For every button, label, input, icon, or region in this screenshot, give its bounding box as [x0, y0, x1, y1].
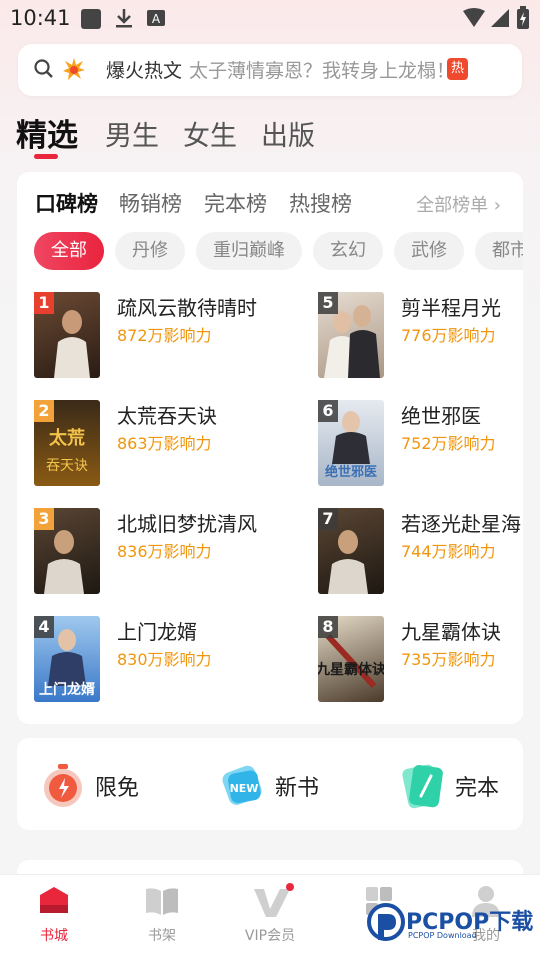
genre-chips: 全部 丹修 重归巅峰 玄幻 武修 都市 [17, 172, 523, 282]
chip-alchemy[interactable]: 丹修 [115, 232, 185, 270]
book-item[interactable]: 5 剪半程月光 776万影响力 [318, 292, 540, 382]
svg-text:吞天诀: 吞天诀 [46, 458, 88, 474]
quick-label: 完本 [455, 776, 500, 801]
book-item[interactable]: 1 疏风云散待晴时 872万影响力 [34, 292, 294, 382]
book-title: 绝世邪医 [401, 404, 481, 428]
watermark-sub: PCPOP Download [408, 931, 477, 940]
svg-text:绝世邪医: 绝世邪医 [325, 464, 377, 480]
status-bar: 10:41 A [0, 0, 540, 36]
hot-badge: 热 [447, 58, 468, 80]
nav-bookstore[interactable]: 书城 [0, 875, 108, 960]
search-icon [34, 59, 54, 83]
chip-martial[interactable]: 武修 [394, 232, 464, 270]
book-item[interactable]: 3 北城旧梦扰清风 836万影响力 [34, 508, 294, 598]
svg-text:九星霸体诀: 九星霸体诀 [318, 661, 384, 678]
finished-book-icon [399, 760, 447, 814]
book-title: 剪半程月光 [401, 296, 501, 320]
book-influence: 752万影响力 [401, 434, 496, 453]
explosion-icon [62, 57, 86, 85]
tab-indicator [34, 154, 58, 159]
bookstore-icon [36, 883, 72, 923]
tab-male[interactable]: 男生 [105, 114, 159, 153]
bookshelf-icon [144, 883, 180, 923]
chip-all[interactable]: 全部 [34, 232, 104, 270]
rank-number: 4 [34, 616, 54, 638]
chip-return-peak[interactable]: 重归巅峰 [196, 232, 302, 270]
status-time: 10:41 [10, 6, 71, 30]
nav-label: VIP会员 [244, 928, 296, 944]
tab-publishing[interactable]: 出版 [261, 114, 315, 153]
quick-label: 新书 [275, 776, 320, 801]
book-influence: 744万影响力 [401, 542, 496, 561]
nav-vip[interactable]: VIP会员 [216, 875, 324, 960]
signal-icon [490, 8, 510, 32]
tab-featured[interactable]: 精选 [16, 110, 78, 155]
app-notification-icon [80, 8, 102, 34]
text-notification-icon: A [146, 9, 166, 31]
svg-text:上门龙婿: 上门龙婿 [39, 681, 96, 698]
svg-text:NEW: NEW [230, 782, 259, 795]
quick-label: 限免 [95, 776, 140, 801]
chip-urban[interactable]: 都市 [475, 232, 523, 270]
rank-number: 8 [318, 616, 338, 638]
book-title: 疏风云散待晴时 [117, 296, 257, 320]
wifi-icon [462, 8, 486, 32]
watermark-logo-icon [366, 902, 406, 948]
stopwatch-icon [39, 760, 87, 814]
book-item[interactable]: 太荒 吞天诀 2 太荒吞天诀 863万影响力 [34, 400, 294, 490]
book-title: 北城旧梦扰清风 [117, 512, 257, 536]
nav-bookshelf[interactable]: 书架 [108, 875, 216, 960]
svg-text:A: A [152, 12, 161, 26]
nav-label: 书城 [40, 928, 68, 944]
new-books-button[interactable]: NEW 新书 [219, 760, 369, 810]
book-item[interactable]: 上门龙婿 4 上门龙婿 830万影响力 [34, 616, 294, 706]
book-influence: 863万影响力 [117, 434, 212, 453]
ranking-card: 口碑榜 畅销榜 完本榜 热搜榜 全部榜单 › 全部 丹修 重归巅峰 玄幻 武修 … [17, 172, 523, 724]
book-item[interactable]: 绝世邪医 6 绝世邪医 752万影响力 [318, 400, 540, 490]
battery-icon [516, 6, 530, 34]
book-influence: 776万影响力 [401, 326, 496, 345]
rank-number: 6 [318, 400, 338, 422]
chip-fantasy[interactable]: 玄幻 [313, 232, 383, 270]
book-title: 九星霸体诀 [401, 620, 501, 644]
nav-label: 书架 [148, 928, 176, 944]
free-limited-button[interactable]: 限免 [39, 760, 189, 810]
rank-number: 5 [318, 292, 338, 314]
book-influence: 735万影响力 [401, 650, 496, 669]
svg-text:太荒: 太荒 [49, 427, 85, 449]
new-tag-icon: NEW [219, 760, 267, 814]
search-hot-label: 爆火热文 [106, 60, 183, 82]
vip-icon [252, 883, 296, 925]
book-item[interactable]: 7 若逐光赴星海 744万影响力 [318, 508, 540, 598]
rank-number: 7 [318, 508, 338, 530]
rank-number: 3 [34, 508, 54, 530]
book-title: 上门龙婿 [117, 620, 197, 644]
rank-number: 1 [34, 292, 54, 314]
finished-books-button[interactable]: 完本 [399, 760, 519, 810]
book-item[interactable]: 九星霸体诀 8 九星霸体诀 735万影响力 [318, 616, 540, 706]
book-title: 太荒吞天诀 [117, 404, 217, 428]
book-influence: 830万影响力 [117, 650, 212, 669]
rank-number: 2 [34, 400, 54, 422]
book-title: 若逐光赴星海 [401, 512, 521, 536]
book-influence: 872万影响力 [117, 326, 212, 345]
watermark: PCPOP下载 PCPOP Download [366, 900, 536, 944]
download-icon [114, 7, 134, 33]
quick-links-card: 限免 NEW 新书 完本 [17, 738, 523, 830]
book-influence: 836万影响力 [117, 542, 212, 561]
tab-female[interactable]: 女生 [183, 114, 237, 153]
search-hint: 太子薄情寡恩？我转身上龙榻！ [189, 60, 456, 82]
